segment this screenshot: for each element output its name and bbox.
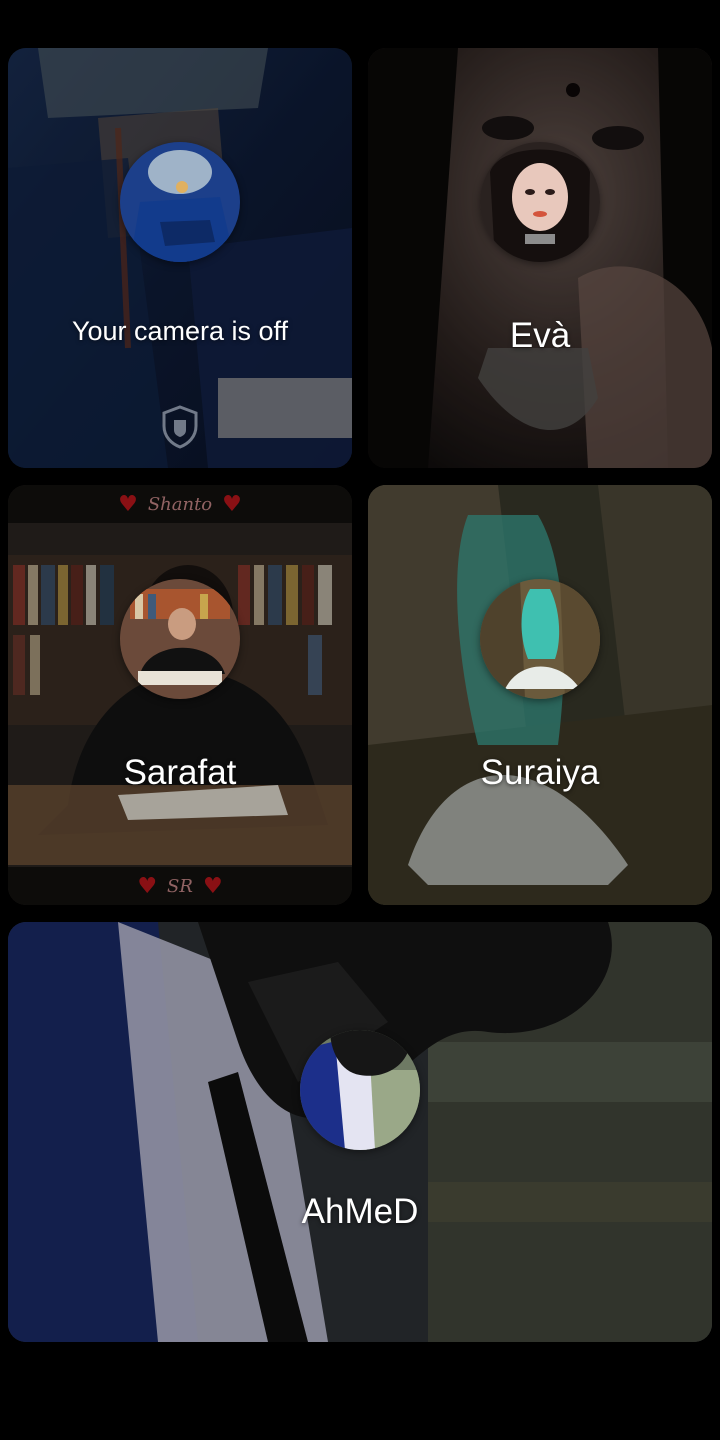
avatar-sarafat: [120, 579, 240, 699]
participant-tile-suraiya[interactable]: Suraiya: [368, 485, 712, 905]
participant-tile-self[interactable]: Your camera is off: [8, 48, 352, 468]
shield-icon: [162, 405, 198, 449]
avatar-suraiya: [480, 579, 600, 699]
camera-off-label: Your camera is off: [71, 316, 289, 346]
avatar-ahmed: [300, 1030, 420, 1150]
participant-name-sarafat: Sarafat: [123, 753, 237, 792]
participant-name-suraiya: Suraiya: [480, 753, 600, 792]
participant-tile-sarafat[interactable]: ♥ Shanto ♥ ♥ SR ♥ Sarafat: [8, 485, 352, 905]
participant-name-ahmed: AhMeD: [301, 1192, 419, 1231]
avatar-eva: [480, 142, 600, 262]
participant-tile-ahmed[interactable]: AhMeD: [8, 922, 712, 1342]
participant-tile-eva[interactable]: Evà: [368, 48, 712, 468]
avatar-self: [120, 142, 240, 262]
participant-name-eva: Evà: [509, 316, 571, 355]
